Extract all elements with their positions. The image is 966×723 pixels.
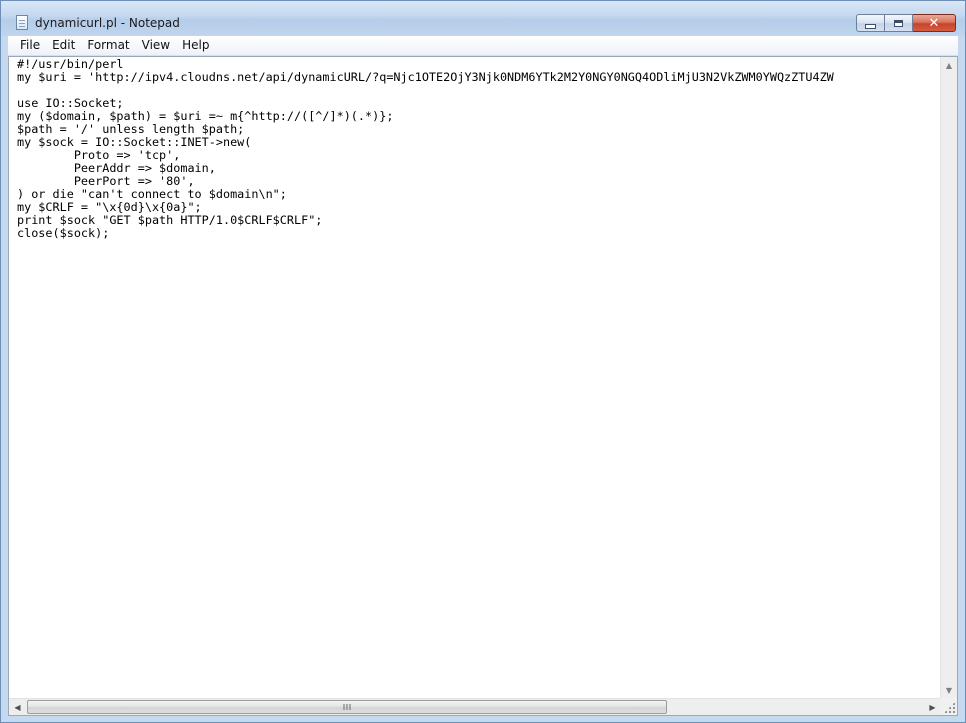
file-content[interactable]: #!/usr/bin/perl my $uri = 'http://ipv4.c… xyxy=(9,57,941,240)
grip-icon xyxy=(343,704,351,710)
scroll-down-icon[interactable]: ▼ xyxy=(941,682,957,699)
menu-file[interactable]: File xyxy=(8,36,46,55)
maximize-icon xyxy=(894,19,903,27)
menu-format[interactable]: Format xyxy=(81,36,135,55)
horizontal-scrollbar[interactable]: ◀ ▶ xyxy=(9,698,941,715)
menu-bar: File Edit Format View Help xyxy=(8,36,958,56)
editor-frame: #!/usr/bin/perl my $uri = 'http://ipv4.c… xyxy=(8,56,958,716)
minimize-icon xyxy=(865,23,876,29)
minimize-button[interactable] xyxy=(856,14,885,32)
vertical-scrollbar[interactable]: ▲ ▼ xyxy=(940,57,957,699)
notepad-icon[interactable] xyxy=(16,15,28,30)
close-icon: ✕ xyxy=(928,15,940,31)
menu-view[interactable]: View xyxy=(136,36,176,55)
scroll-left-icon[interactable]: ◀ xyxy=(9,699,26,715)
scroll-right-icon[interactable]: ▶ xyxy=(924,699,941,715)
window-title: dynamicurl.pl - Notepad xyxy=(35,16,180,30)
scroll-up-icon[interactable]: ▲ xyxy=(941,57,957,74)
caption-buttons: ✕ xyxy=(856,14,956,32)
horizontal-scroll-thumb[interactable] xyxy=(27,700,667,714)
menu-edit[interactable]: Edit xyxy=(46,36,81,55)
scrollbar-corner xyxy=(940,698,957,715)
text-editor[interactable]: #!/usr/bin/perl my $uri = 'http://ipv4.c… xyxy=(9,57,941,699)
maximize-button[interactable] xyxy=(885,14,913,32)
close-button[interactable]: ✕ xyxy=(913,14,956,32)
title-bar[interactable]: dynamicurl.pl - Notepad ✕ xyxy=(1,1,965,35)
resize-grip-icon[interactable] xyxy=(944,702,955,713)
notepad-window: dynamicurl.pl - Notepad ✕ File Edit Form… xyxy=(0,0,966,723)
menu-help[interactable]: Help xyxy=(176,36,215,55)
